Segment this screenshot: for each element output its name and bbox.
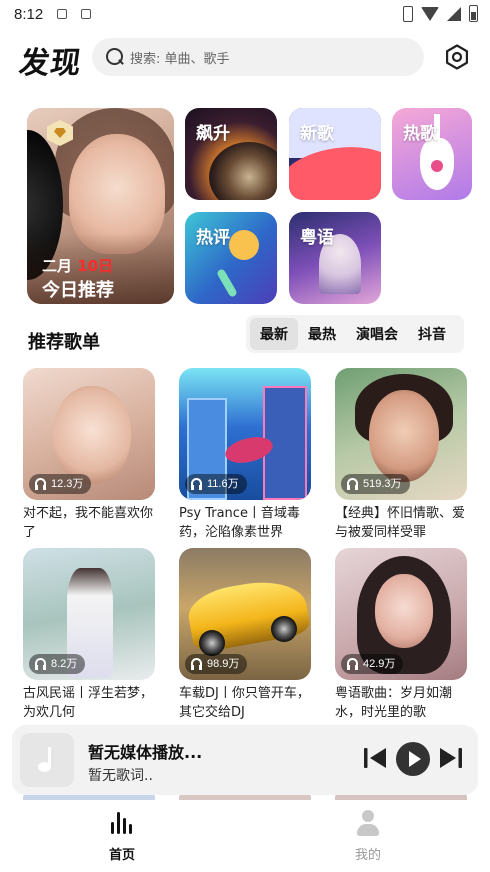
search-placeholder: 搜索: 单曲、歌手	[130, 51, 230, 67]
play-count: 42.9万	[341, 654, 404, 674]
header: 发现 搜索: 单曲、歌手	[0, 32, 490, 82]
player-artwork	[20, 733, 74, 787]
page-title: 发现	[17, 46, 84, 81]
mini-player[interactable]: 暂无媒体播放... 暂无歌词..	[12, 725, 478, 795]
headphones-icon	[35, 658, 46, 670]
ukulele-art	[420, 138, 454, 190]
playlist-card[interactable]: 8.2万 古风民谣丨浮生若梦，为欢几何	[23, 548, 155, 722]
headphones-icon	[347, 478, 358, 490]
playlist-card[interactable]: 519.3万 【经典】怀旧情歌、爱与被爱同样受罪	[335, 368, 467, 542]
daily-recommend-card[interactable]: 二月 10日 今日推荐	[27, 108, 174, 304]
nav-me[interactable]: 我的	[338, 810, 398, 863]
category-label: 飙升	[196, 124, 230, 144]
playlist-title: 粤语歌曲：岁月如潮水，时光里的歌	[335, 686, 453, 720]
play-count: 8.2万	[29, 654, 86, 674]
search-icon	[106, 48, 124, 66]
section-title: 推荐歌单	[28, 332, 100, 353]
playlist-cover: 98.9万	[179, 548, 311, 680]
status-bar: 8:12	[0, 0, 490, 28]
headphones-icon	[191, 478, 202, 490]
date-month: 二月	[42, 257, 73, 275]
turntable-art	[209, 142, 277, 200]
category-label: 粤语	[300, 228, 334, 248]
playlist-title: 车载DJ丨你只管开车，其它交给DJ	[179, 686, 310, 720]
nav-home[interactable]: 首页	[92, 810, 152, 863]
status-indicators	[403, 5, 478, 22]
bottom-nav: 首页 我的	[0, 800, 490, 872]
category-hot[interactable]: 热歌	[392, 108, 472, 200]
playlist-title: Psy Trance丨音域毒药，沦陷像素世界	[179, 506, 300, 540]
wave-icon	[109, 810, 135, 836]
playlist-title: 【经典】怀旧情歌、爱与被爱同样受罪	[335, 506, 466, 540]
signal-icon	[447, 6, 461, 21]
battery-icon	[469, 5, 478, 22]
category-label: 新歌	[300, 124, 334, 144]
category-new[interactable]: 新歌	[289, 108, 381, 200]
playlist-card[interactable]: 12.3万 对不起，我不能喜欢你了	[23, 368, 155, 542]
category-rising[interactable]: 飙升	[185, 108, 277, 200]
tab-latest[interactable]: 最新	[250, 318, 298, 350]
user-icon	[356, 810, 380, 836]
nav-label: 首页	[108, 848, 135, 863]
playlist-cover: 11.6万	[179, 368, 311, 500]
playlist-title: 古风民谣丨浮生若梦，为欢几何	[23, 686, 154, 720]
notification-icon	[57, 9, 68, 19]
playlist-cover: 519.3万	[335, 368, 467, 500]
tab-hottest[interactable]: 最热	[298, 318, 346, 350]
nav-label: 我的	[354, 848, 381, 863]
play-count: 12.3万	[29, 474, 92, 494]
playlist-card[interactable]: 42.9万 粤语歌曲：岁月如潮水，时光里的歌	[335, 548, 467, 722]
play-count: 98.9万	[185, 654, 248, 674]
next-icon[interactable]	[438, 745, 464, 771]
headphones-icon	[347, 658, 358, 670]
status-time: 8:12	[14, 5, 44, 23]
category-section: 二月 10日 今日推荐 飙升 新歌 热歌 热评 粤语	[0, 106, 490, 306]
category-hot-comments[interactable]: 热评	[185, 212, 277, 304]
category-label: 热评	[196, 228, 230, 248]
play-count: 11.6万	[185, 474, 247, 494]
play-button[interactable]	[396, 742, 430, 776]
playlist-tabs: 最新 最热 演唱会 抖音	[246, 315, 464, 353]
play-count: 519.3万	[341, 474, 410, 494]
vibrate-icon	[403, 5, 413, 22]
notification-icon-2	[81, 9, 92, 19]
category-label: 热歌	[403, 124, 437, 144]
playlist-card[interactable]: 98.9万 车载DJ丨你只管开车，其它交给DJ	[179, 548, 311, 722]
daily-recommend-label: 今日推荐	[42, 280, 114, 301]
player-title: 暂无媒体播放...	[88, 743, 203, 762]
wifi-icon	[421, 6, 439, 21]
search-bar[interactable]: 搜索: 单曲、歌手	[92, 38, 424, 76]
music-note-icon	[36, 747, 58, 773]
date-day: 10日	[77, 257, 114, 275]
headphones-icon	[35, 478, 46, 490]
tab-douyin[interactable]: 抖音	[408, 318, 456, 350]
headphones-icon	[191, 658, 202, 670]
previous-icon[interactable]	[362, 745, 388, 771]
playlist-card[interactable]: 11.6万 Psy Trance丨音域毒药，沦陷像素世界	[179, 368, 311, 542]
playlist-title: 对不起，我不能喜欢你了	[23, 506, 154, 540]
player-lyric: 暂无歌词..	[88, 768, 153, 784]
playlist-cover: 42.9万	[335, 548, 467, 680]
category-cantonese[interactable]: 粤语	[289, 212, 381, 304]
playlist-cover: 8.2万	[23, 548, 155, 680]
playlist-cover: 12.3万	[23, 368, 155, 500]
gear-icon[interactable]	[444, 44, 470, 70]
tab-concert[interactable]: 演唱会	[346, 318, 408, 350]
daily-date: 二月 10日	[42, 255, 113, 276]
